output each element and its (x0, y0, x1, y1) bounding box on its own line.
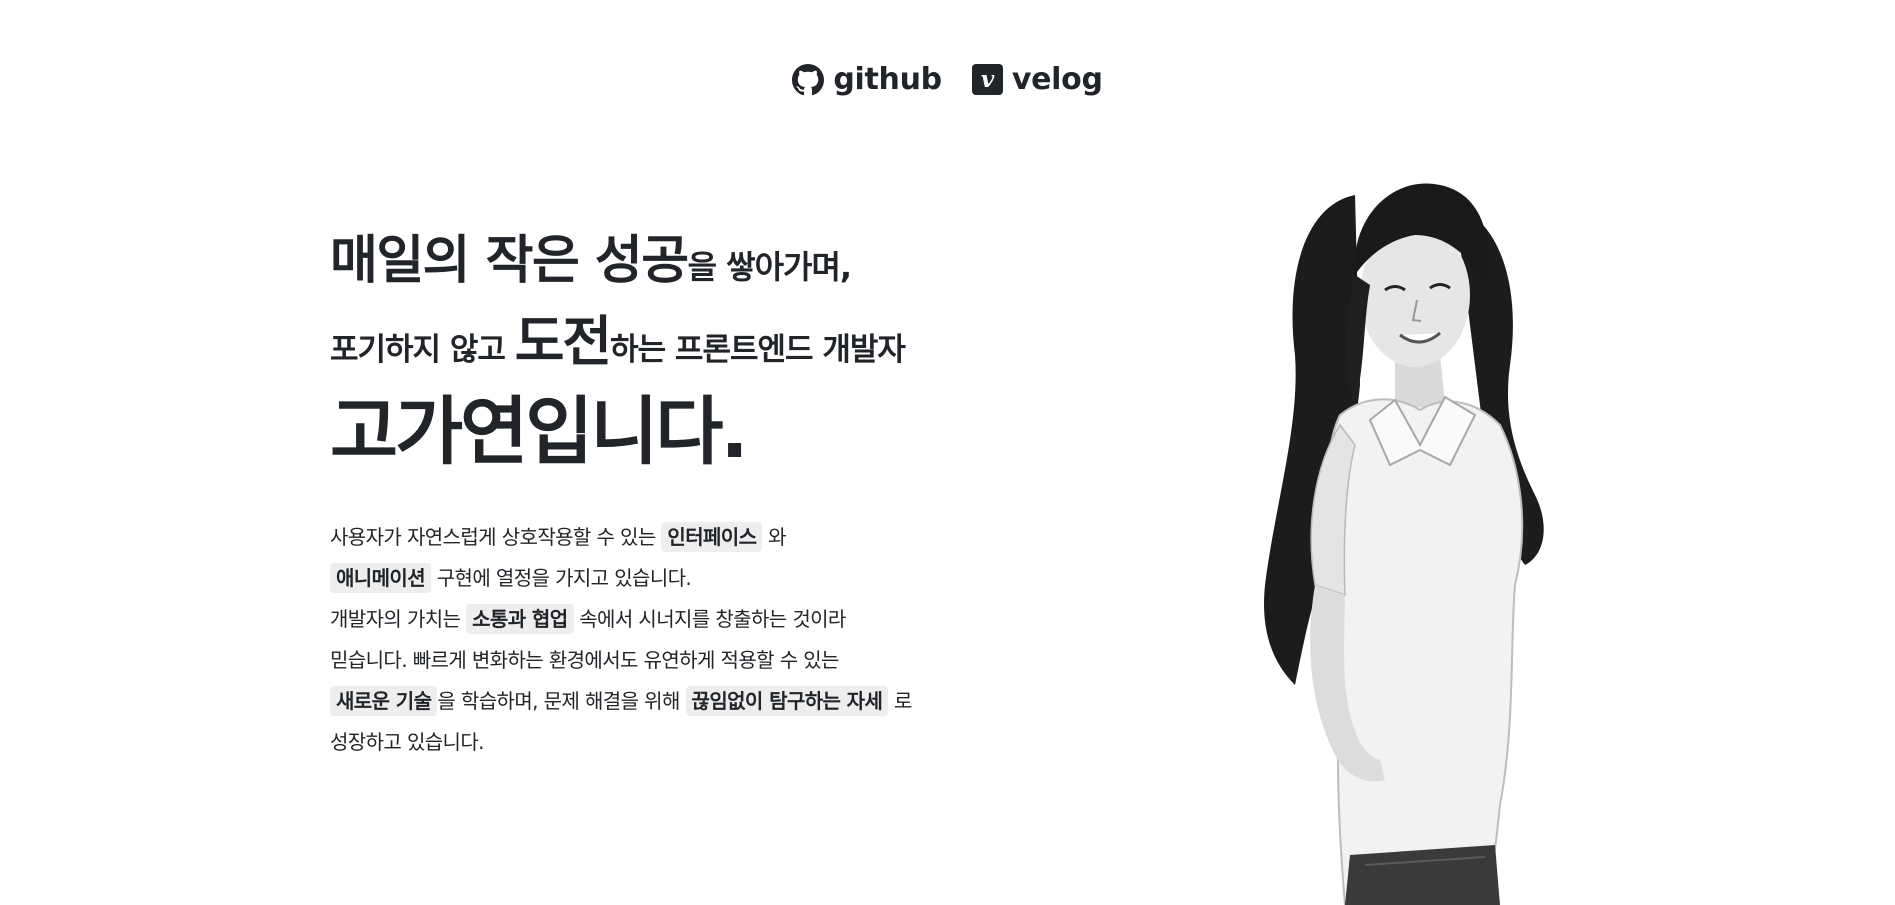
headline-line-2-head: 포기하지 않고 (330, 332, 515, 368)
headline-line-1: 매일의 작은 성공을 쌓아가며, (330, 235, 1030, 287)
desc-text: 속에서 시너지를 창출하는 것이라 (573, 607, 846, 631)
desc-line-3: 개발자의 가치는 소통과 협업 속에서 시너지를 창출하는 것이라 (330, 599, 1030, 640)
github-icon (792, 63, 825, 95)
desc-text: 구현에 열정을 가지고 있습니다. (431, 566, 692, 590)
keyword-chip-collaboration: 소통과 협업 (466, 604, 574, 634)
intro-description: 사용자가 자연스럽게 상호작용할 수 있는 인터페이스 와 애니메이션 구현에 … (330, 517, 1030, 763)
desc-text: 을 학습하며, 문제 해결을 위해 (437, 689, 686, 713)
desc-text: 사용자가 자연스럽게 상호작용할 수 있는 (330, 525, 662, 549)
portfolio-page: github v velog 매일의 작은 성공을 쌓아가며, 포기하지 않고 … (0, 0, 1895, 905)
hero-headline: 매일의 작은 성공을 쌓아가며, 포기하지 않고 도전하는 프론트엔드 개발자 … (330, 235, 1030, 469)
hero-section: 매일의 작은 성공을 쌓아가며, 포기하지 않고 도전하는 프론트엔드 개발자 … (330, 235, 1030, 763)
headline-line-1-tail: 을 쌓아가며, (687, 248, 852, 286)
desc-line-1: 사용자가 자연스럽게 상호작용할 수 있는 인터페이스 와 (330, 517, 1030, 558)
desc-line-4: 믿습니다. 빠르게 변화하는 환경에서도 유연하게 적용할 수 있는 (330, 640, 1030, 681)
profile-portrait-image (1264, 183, 1544, 905)
github-label: github (833, 62, 942, 97)
desc-text: 와 (762, 525, 786, 549)
desc-line-6: 성장하고 있습니다. (330, 722, 1030, 763)
desc-text: 성장하고 있습니다. (330, 730, 485, 754)
keyword-chip-interface: 인터페이스 (661, 522, 763, 552)
keyword-chip-exploration: 끊임없이 탐구하는 자세 (685, 686, 889, 716)
headline-emphasis-challenge: 도전 (514, 310, 612, 373)
keyword-chip-new-tech: 새로운 기술 (330, 686, 438, 716)
keyword-chip-animation: 애니메이션 (330, 563, 431, 593)
desc-line-5: 새로운 기술 을 학습하며, 문제 해결을 위해 끊임없이 탐구하는 자세 로 (330, 681, 1030, 722)
desc-line-2: 애니메이션 구현에 열정을 가지고 있습니다. (330, 558, 1030, 599)
velog-link[interactable]: v velog (971, 62, 1103, 97)
velog-label: velog (1011, 62, 1103, 97)
desc-text: 개발자의 가치는 (330, 607, 467, 631)
desc-text: 로 (888, 689, 912, 713)
github-link[interactable]: github (792, 62, 942, 97)
headline-name: 고가연입니다. (330, 389, 749, 475)
top-nav: github v velog (0, 62, 1895, 97)
headline-line-2: 포기하지 않고 도전하는 프론트엔드 개발자 (330, 315, 1030, 369)
desc-text: 믿습니다. 빠르게 변화하는 환경에서도 유연하게 적용할 수 있는 (330, 648, 839, 672)
headline-line-2-tail: 하는 프론트엔드 개발자 (610, 332, 906, 368)
velog-icon: v (971, 64, 1003, 95)
headline-emphasis-success: 매일의 작은 성공 (330, 231, 689, 291)
